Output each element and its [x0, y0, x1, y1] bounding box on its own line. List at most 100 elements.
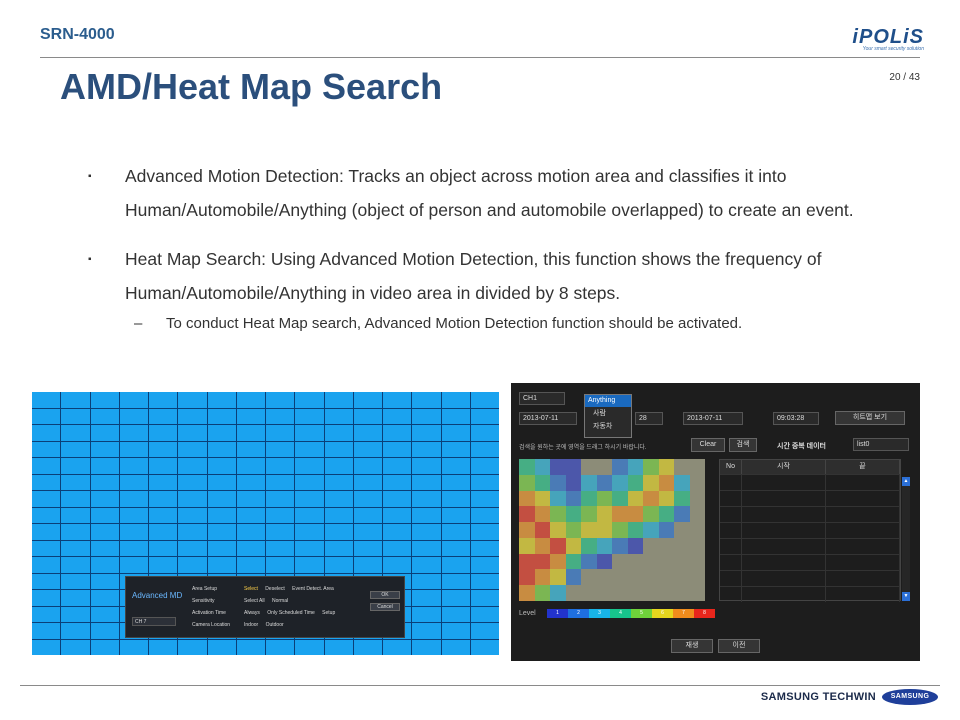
amd-grid-cell[interactable] [32, 441, 61, 457]
amd-grid-cell[interactable] [236, 474, 265, 490]
amd-grid-cell[interactable] [470, 524, 499, 540]
amd-grid-cell[interactable] [149, 441, 178, 457]
table-row[interactable] [720, 490, 900, 506]
amd-grid-cell[interactable] [412, 441, 441, 457]
amd-grid-cell[interactable] [32, 540, 61, 556]
amd-grid-cell[interactable] [470, 441, 499, 457]
amd-grid-cell[interactable] [412, 425, 441, 441]
amd-grid-cell[interactable] [324, 408, 353, 424]
amd-grid-cell[interactable] [470, 491, 499, 507]
amd-grid-cell[interactable] [441, 507, 470, 523]
scroll-down-icon[interactable]: ▼ [902, 592, 910, 601]
amd-grid-cell[interactable] [119, 474, 148, 490]
amd-grid-cell[interactable] [412, 458, 441, 474]
amd-grid-cell[interactable] [61, 524, 90, 540]
amd-grid-cell[interactable] [470, 474, 499, 490]
heatmap-video[interactable] [519, 459, 705, 601]
amd-grid-cell[interactable] [412, 507, 441, 523]
amd-grid-cell[interactable] [236, 392, 265, 408]
dropdown-option-human[interactable]: 사람 [585, 407, 631, 420]
search-button[interactable]: 검색 [729, 438, 757, 452]
amd-grid-cell[interactable] [236, 458, 265, 474]
select-all-checkbox[interactable]: Select All [244, 595, 265, 607]
amd-grid-cell[interactable] [61, 639, 90, 655]
amd-grid-cell[interactable] [119, 491, 148, 507]
amd-grid-cell[interactable] [32, 392, 61, 408]
amd-grid-cell[interactable] [32, 458, 61, 474]
amd-grid-cell[interactable] [61, 491, 90, 507]
amd-grid-cell[interactable] [207, 491, 236, 507]
amd-grid-cell[interactable] [266, 474, 295, 490]
amd-grid-cell[interactable] [90, 392, 119, 408]
amd-grid-cell[interactable] [470, 606, 499, 622]
amd-grid-cell[interactable] [324, 458, 353, 474]
amd-grid-cell[interactable] [61, 408, 90, 424]
amd-grid-cell[interactable] [178, 491, 207, 507]
amd-grid-cell[interactable] [324, 524, 353, 540]
amd-grid-cell[interactable] [90, 408, 119, 424]
amd-grid-cell[interactable] [353, 425, 382, 441]
amd-grid-cell[interactable] [207, 540, 236, 556]
amd-grid-cell[interactable] [61, 606, 90, 622]
scroll-up-icon[interactable]: ▲ [902, 477, 910, 486]
amd-grid-cell[interactable] [90, 540, 119, 556]
amd-grid-cell[interactable] [412, 474, 441, 490]
amd-grid-cell[interactable] [207, 474, 236, 490]
amd-grid-cell[interactable] [61, 441, 90, 457]
amd-grid-cell[interactable] [324, 557, 353, 573]
amd-grid-cell[interactable] [61, 425, 90, 441]
amd-grid-cell[interactable] [178, 441, 207, 457]
amd-grid-cell[interactable] [295, 491, 324, 507]
amd-grid-cell[interactable] [353, 408, 382, 424]
amd-grid-cell[interactable] [149, 524, 178, 540]
amd-grid-cell[interactable] [61, 623, 90, 639]
amd-grid-cell[interactable] [470, 590, 499, 606]
amd-grid-cell[interactable] [441, 392, 470, 408]
amd-grid-cell[interactable] [207, 458, 236, 474]
amd-grid-cell[interactable] [412, 573, 441, 589]
amd-grid-cell[interactable] [32, 573, 61, 589]
amd-grid-cell[interactable] [441, 540, 470, 556]
amd-grid-cell[interactable] [119, 408, 148, 424]
amd-grid-cell[interactable] [295, 392, 324, 408]
amd-grid-cell[interactable] [412, 408, 441, 424]
amd-grid-cell[interactable] [61, 590, 90, 606]
table-scrollbar[interactable]: ▲ ▼ [902, 477, 910, 601]
amd-grid-cell[interactable] [266, 425, 295, 441]
always-radio[interactable]: Always [244, 607, 260, 619]
amd-grid-cell[interactable] [149, 557, 178, 573]
amd-grid-cell[interactable] [295, 557, 324, 573]
amd-grid-cell[interactable] [353, 507, 382, 523]
amd-grid-cell[interactable] [383, 540, 412, 556]
amd-grid-cell[interactable] [383, 639, 412, 655]
amd-grid-cell[interactable] [236, 540, 265, 556]
amd-grid-cell[interactable] [470, 458, 499, 474]
amd-grid-cell[interactable] [236, 557, 265, 573]
amd-grid-cell[interactable] [470, 540, 499, 556]
amd-grid-cell[interactable] [324, 507, 353, 523]
amd-grid-cell[interactable] [90, 458, 119, 474]
amd-grid-cell[interactable] [441, 557, 470, 573]
amd-grid-cell[interactable] [149, 540, 178, 556]
amd-grid-cell[interactable] [61, 557, 90, 573]
amd-grid-cell[interactable] [32, 557, 61, 573]
amd-grid-cell[interactable] [149, 474, 178, 490]
amd-grid-cell[interactable] [266, 441, 295, 457]
amd-grid-cell[interactable] [295, 441, 324, 457]
amd-grid-cell[interactable] [178, 639, 207, 655]
amd-grid-cell[interactable] [441, 573, 470, 589]
amd-grid-cell[interactable] [90, 573, 119, 589]
amd-grid-cell[interactable] [441, 491, 470, 507]
amd-grid-cell[interactable] [441, 606, 470, 622]
amd-grid-cell[interactable] [178, 507, 207, 523]
amd-grid-cell[interactable] [324, 639, 353, 655]
amd-grid-cell[interactable] [441, 474, 470, 490]
amd-grid-cell[interactable] [383, 491, 412, 507]
previous-button[interactable]: 이전 [718, 639, 760, 653]
amd-grid-cell[interactable] [353, 441, 382, 457]
amd-grid-cell[interactable] [324, 425, 353, 441]
amd-grid-cell[interactable] [353, 540, 382, 556]
amd-grid-cell[interactable] [90, 491, 119, 507]
amd-grid-cell[interactable] [236, 507, 265, 523]
amd-grid-cell[interactable] [412, 639, 441, 655]
